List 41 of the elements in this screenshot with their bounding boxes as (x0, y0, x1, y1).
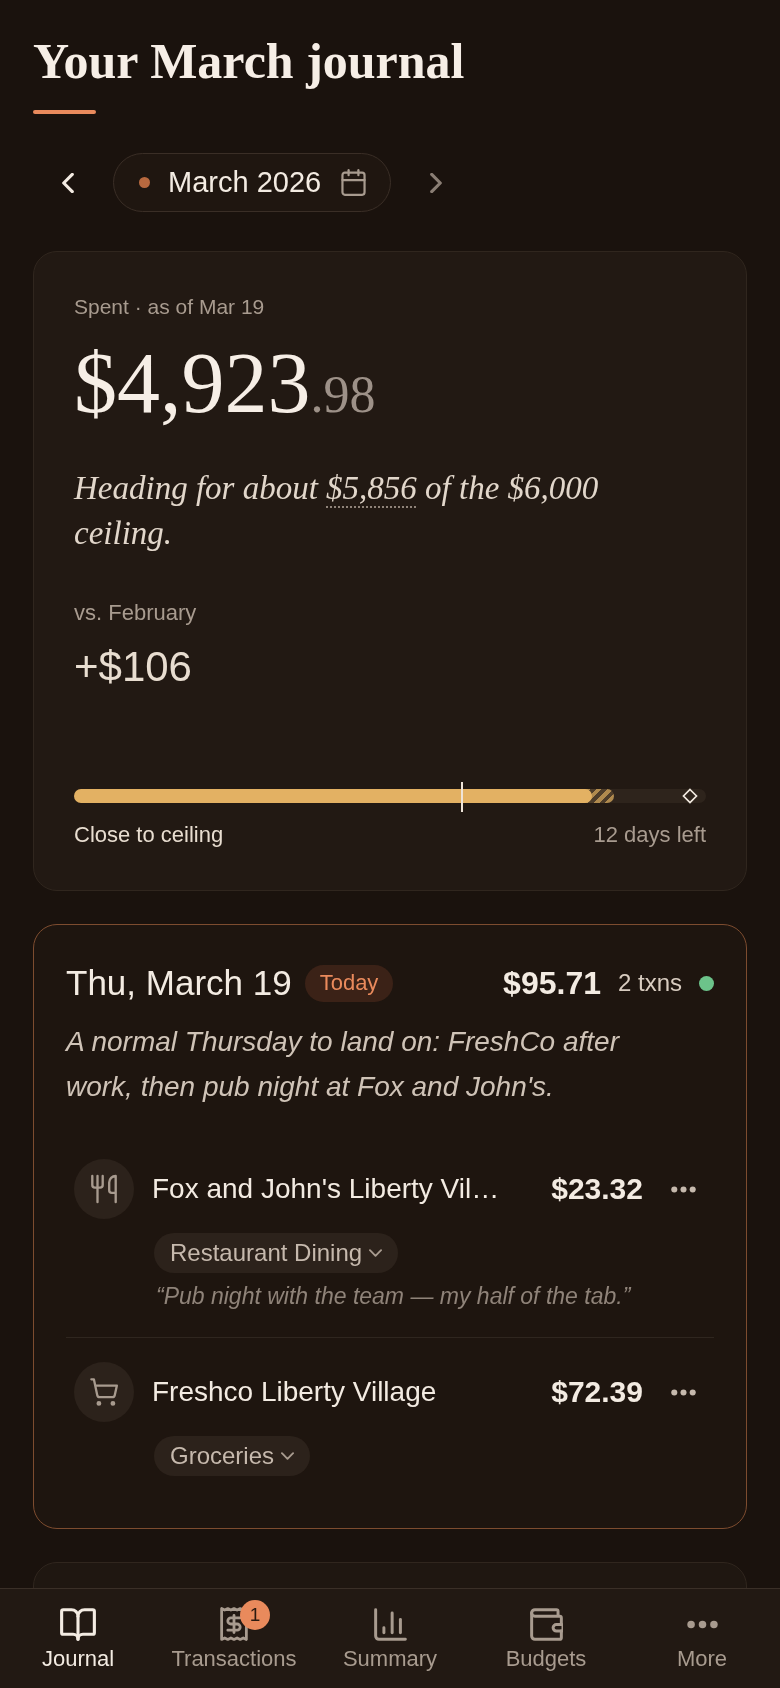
merchant-name: Fox and John's Liberty Vil… (152, 1173, 500, 1205)
transaction-amount: $72.39 (551, 1375, 643, 1409)
more-icon (686, 1619, 718, 1629)
nav-tab[interactable]: Summary (312, 1589, 468, 1688)
transaction-count: 2 txns (617, 969, 682, 997)
calendar-icon (341, 169, 367, 196)
forecast-text: Heading for about $5,856 of the $6,000 ceiling. (74, 469, 600, 553)
spent-caption: Spent · as of Mar 19 (74, 294, 266, 320)
nav-tab[interactable]: Journal (0, 1589, 156, 1688)
caret-icon (281, 1452, 295, 1460)
comparison-value: +$106 (74, 644, 193, 690)
nav-tab[interactable]: Budgets (468, 1589, 624, 1688)
progress-status: Close to ceiling (74, 822, 224, 848)
forecast-figure[interactable]: $5,856 (326, 470, 417, 506)
page-title: Your March journal (33, 33, 466, 89)
caret-icon (369, 1249, 383, 1257)
chevron-left-icon (62, 172, 74, 193)
nav-tab[interactable]: 1 Transactions (156, 1589, 312, 1688)
wallet-icon (529, 1607, 563, 1641)
transaction-note: “Pub night with the team — my half of the tab.” (156, 1282, 633, 1311)
today-tag: Today (304, 964, 394, 1002)
accent-bar (33, 110, 96, 114)
bar-chart-icon (373, 1607, 407, 1641)
day-date: Thu, March 19 (66, 962, 292, 1004)
day-summary: A normal Thursday to land on: FreshCo after work, then pub night at Fox and John's. (66, 1025, 621, 1104)
nav-tab[interactable]: More (624, 1589, 780, 1688)
category-dropdown[interactable]: Restaurant Dining (154, 1233, 399, 1273)
more-icon (670, 1185, 696, 1193)
book-icon (60, 1607, 96, 1641)
dot-icon (139, 177, 150, 188)
more-icon (670, 1388, 696, 1396)
transaction-amount: $23.32 (551, 1172, 643, 1206)
merchant-name: Freshco Liberty Village (152, 1376, 437, 1408)
day-total: $95.71 (503, 964, 601, 1002)
month-picker[interactable]: March 2026 (113, 153, 392, 212)
category-dropdown[interactable]: Groceries (154, 1436, 311, 1476)
spent-amount: $4,923.98 (74, 340, 376, 433)
notification-badge: 1 (240, 1600, 270, 1630)
days-left: 12 days left (593, 822, 706, 848)
chevron-right-icon (430, 172, 443, 193)
comparison-label: vs. February (74, 600, 198, 626)
